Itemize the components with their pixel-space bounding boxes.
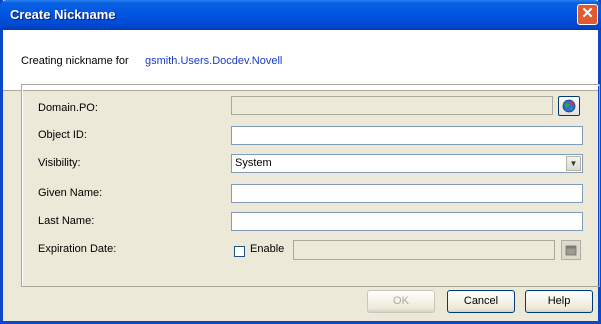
close-icon: ✕ bbox=[581, 5, 594, 22]
cancel-button[interactable]: Cancel bbox=[447, 290, 515, 313]
visibility-value: System bbox=[235, 157, 272, 169]
creating-nickname-label: Creating nickname for bbox=[21, 55, 129, 67]
ok-button[interactable]: OK bbox=[367, 290, 435, 313]
close-button[interactable]: ✕ bbox=[577, 4, 598, 25]
enable-label[interactable]: Enable bbox=[250, 243, 284, 255]
create-nickname-dialog: Create Nickname ✕ Creating nickname for … bbox=[0, 0, 601, 324]
chevron-down-icon[interactable]: ▼ bbox=[566, 156, 581, 171]
globe-browse-icon bbox=[562, 99, 576, 113]
expiration-date-field bbox=[293, 240, 555, 260]
nickname-user: gsmith.Users.Docdev.Novell bbox=[145, 55, 283, 67]
given-name-label: Given Name: bbox=[38, 187, 103, 199]
calendar-icon bbox=[565, 245, 577, 256]
given-name-field[interactable] bbox=[231, 184, 583, 203]
domain-po-label: Domain.PO: bbox=[38, 102, 98, 114]
help-button[interactable]: Help bbox=[525, 290, 593, 313]
enable-checkbox[interactable] bbox=[234, 246, 245, 257]
calendar-button bbox=[561, 240, 581, 260]
domain-po-browse-button[interactable] bbox=[558, 96, 580, 116]
title-bar[interactable]: Create Nickname ✕ bbox=[0, 0, 601, 30]
object-id-label: Object ID: bbox=[38, 129, 87, 141]
last-name-field[interactable] bbox=[231, 212, 583, 231]
domain-po-field[interactable] bbox=[231, 96, 553, 115]
visibility-select[interactable]: System ▼ bbox=[231, 154, 583, 173]
last-name-label: Last Name: bbox=[38, 215, 95, 227]
object-id-field[interactable] bbox=[231, 126, 583, 145]
dialog-title: Create Nickname bbox=[10, 7, 116, 22]
expiration-date-label: Expiration Date: bbox=[38, 243, 117, 255]
visibility-label: Visibility: bbox=[38, 157, 81, 169]
